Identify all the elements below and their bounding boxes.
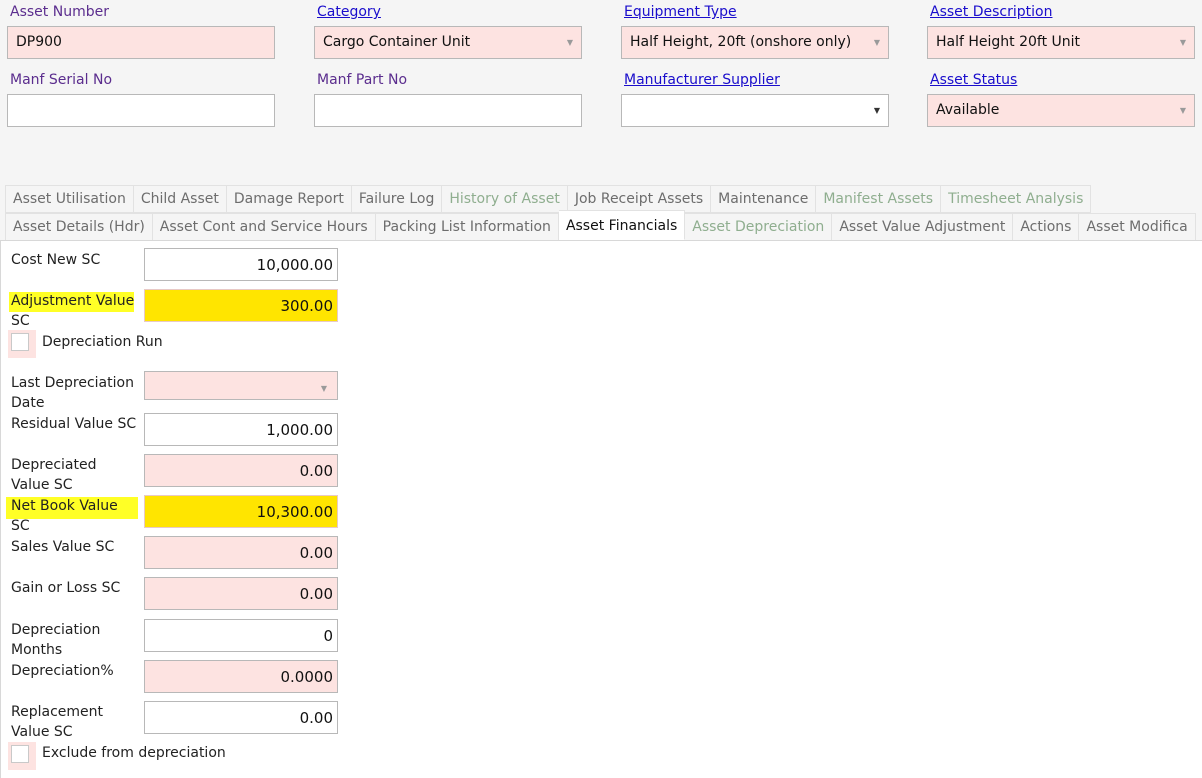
tab-actions[interactable]: Actions	[1013, 213, 1080, 241]
manf-part-field: Manf Part No	[314, 70, 582, 127]
asset-description-value: Half Height 20ft Unit	[936, 34, 1081, 50]
depreciation-run-label: Depreciation Run	[42, 334, 163, 350]
asset-status-link[interactable]: Asset Status	[927, 70, 1195, 90]
manf-serial-input[interactable]	[7, 94, 275, 127]
net-book-value-label: Net Book Value SC	[11, 498, 118, 534]
tab-row-2: Asset Details (Hdr) Asset Cont and Servi…	[5, 210, 1196, 241]
last-depreciation-date-select[interactable]: ▼	[144, 371, 338, 400]
gain-or-loss-input[interactable]: 0.00	[144, 577, 338, 610]
chevron-down-icon[interactable]: ▼	[321, 372, 327, 405]
manufacturer-supplier-field: Manufacturer Supplier ▼	[621, 70, 889, 127]
tab-packing-list-information[interactable]: Packing List Information	[375, 213, 559, 241]
asset-description-link[interactable]: Asset Description	[927, 2, 1195, 22]
replacement-value-input[interactable]: 0.00	[144, 701, 338, 734]
asset-status-value: Available	[936, 102, 1000, 118]
depreciation-percent-input[interactable]: 0.0000	[144, 660, 338, 693]
exclude-depreciation-checkbox[interactable]	[11, 745, 29, 763]
depreciated-value-input[interactable]: 0.00	[144, 454, 338, 487]
depreciated-value-label: Depreciated Value SC	[11, 457, 97, 493]
tab-manifest-assets[interactable]: Manifest Assets	[816, 185, 942, 213]
adjustment-value-value: 300.00	[280, 297, 334, 315]
tab-row-1: Asset Utilisation Child Asset Damage Rep…	[5, 185, 1092, 213]
manf-serial-field: Manf Serial No	[7, 70, 275, 127]
sales-value-label: Sales Value SC	[11, 539, 115, 555]
tab-job-receipt-assets[interactable]: Job Receipt Assets	[567, 185, 712, 213]
category-link[interactable]: Category	[314, 2, 582, 22]
residual-value-input[interactable]: 1,000.00	[144, 413, 338, 446]
manf-serial-label: Manf Serial No	[10, 72, 113, 88]
manf-part-label: Manf Part No	[317, 72, 408, 88]
depreciation-percent-value: 0.0000	[280, 668, 334, 686]
category-field: Category Cargo Container Unit ▼	[314, 2, 582, 59]
depreciation-months-value: 0	[323, 627, 333, 645]
asset-status-field: Asset Status Available ▼	[927, 70, 1195, 127]
depreciation-percent-label: Depreciation%	[11, 663, 114, 679]
tab-history-of-asset[interactable]: History of Asset	[442, 185, 568, 213]
manf-part-input[interactable]	[314, 94, 582, 127]
chevron-down-icon[interactable]: ▼	[874, 95, 880, 126]
depreciation-run-checkbox-wrap	[8, 330, 36, 358]
tab-asset-details-hdr[interactable]: Asset Details (Hdr)	[5, 213, 153, 241]
net-book-value-value: 10,300.00	[256, 503, 333, 521]
tab-panel-border	[0, 240, 1202, 241]
cost-new-label: Cost New SC	[11, 252, 101, 268]
tab-damage-report[interactable]: Damage Report	[226, 185, 352, 213]
depreciation-run-checkbox[interactable]	[11, 333, 29, 351]
gain-or-loss-label: Gain or Loss SC	[11, 580, 121, 596]
depreciation-months-label: Depreciation Months	[11, 622, 101, 658]
gain-or-loss-value: 0.00	[299, 585, 333, 603]
adjustment-value-input[interactable]: 300.00	[144, 289, 338, 322]
category-value: Cargo Container Unit	[323, 34, 471, 50]
asset-header: Asset Number DP900 Category Cargo Contai…	[0, 0, 1202, 241]
replacement-value-value: 0.00	[299, 709, 333, 727]
tab-asset-financials[interactable]: Asset Financials	[558, 210, 686, 240]
category-select[interactable]: Cargo Container Unit ▼	[314, 26, 582, 59]
asset-description-select[interactable]: Half Height 20ft Unit ▼	[927, 26, 1195, 59]
depreciation-months-input[interactable]: 0	[144, 619, 338, 652]
equipment-type-select[interactable]: Half Height, 20ft (onshore only) ▼	[621, 26, 889, 59]
chevron-down-icon[interactable]: ▼	[1180, 95, 1186, 126]
asset-status-select[interactable]: Available ▼	[927, 94, 1195, 127]
residual-value-label: Residual Value SC	[11, 416, 137, 432]
asset-number-input[interactable]: DP900	[7, 26, 275, 59]
panel-left-border	[0, 240, 1, 778]
tab-asset-value-adjustment[interactable]: Asset Value Adjustment	[832, 213, 1014, 241]
manufacturer-supplier-select[interactable]: ▼	[621, 94, 889, 127]
sales-value-input[interactable]: 0.00	[144, 536, 338, 569]
exclude-depreciation-checkbox-wrap	[8, 742, 36, 770]
adjustment-value-label: Adjustment Value SC	[11, 293, 135, 329]
tab-asset-modifica[interactable]: Asset Modifica	[1079, 213, 1196, 241]
equipment-type-value: Half Height, 20ft (onshore only)	[630, 34, 852, 50]
replacement-value-label: Replacement Value SC	[11, 704, 103, 740]
tab-maintenance[interactable]: Maintenance	[711, 185, 817, 213]
asset-number-field: Asset Number DP900	[7, 2, 275, 59]
equipment-type-field: Equipment Type Half Height, 20ft (onshor…	[621, 2, 889, 59]
tab-asset-utilisation[interactable]: Asset Utilisation	[5, 185, 134, 213]
chevron-down-icon[interactable]: ▼	[874, 27, 880, 58]
sales-value-value: 0.00	[299, 544, 333, 562]
cost-new-input[interactable]: 10,000.00	[144, 248, 338, 281]
cost-new-value: 10,000.00	[256, 256, 333, 274]
asset-number-value: DP900	[16, 34, 62, 50]
exclude-depreciation-label: Exclude from depreciation	[42, 745, 226, 761]
residual-value-value: 1,000.00	[266, 421, 333, 439]
tab-child-asset[interactable]: Child Asset	[133, 185, 227, 213]
manufacturer-supplier-link[interactable]: Manufacturer Supplier	[621, 70, 889, 90]
chevron-down-icon[interactable]: ▼	[567, 27, 573, 58]
chevron-down-icon[interactable]: ▼	[1180, 27, 1186, 58]
depreciated-value-value: 0.00	[299, 462, 333, 480]
net-book-value-input[interactable]: 10,300.00	[144, 495, 338, 528]
tab-asset-cont-service-hours[interactable]: Asset Cont and Service Hours	[152, 213, 376, 241]
tab-asset-depreciation[interactable]: Asset Depreciation	[685, 213, 833, 241]
asset-number-label: Asset Number	[10, 4, 109, 20]
tab-failure-log[interactable]: Failure Log	[351, 185, 443, 213]
equipment-type-link[interactable]: Equipment Type	[621, 2, 889, 22]
tab-timesheet-analysis[interactable]: Timesheet Analysis	[941, 185, 1092, 213]
last-depreciation-date-label: Last Depreciation Date	[11, 375, 134, 411]
asset-description-field: Asset Description Half Height 20ft Unit …	[927, 2, 1195, 59]
